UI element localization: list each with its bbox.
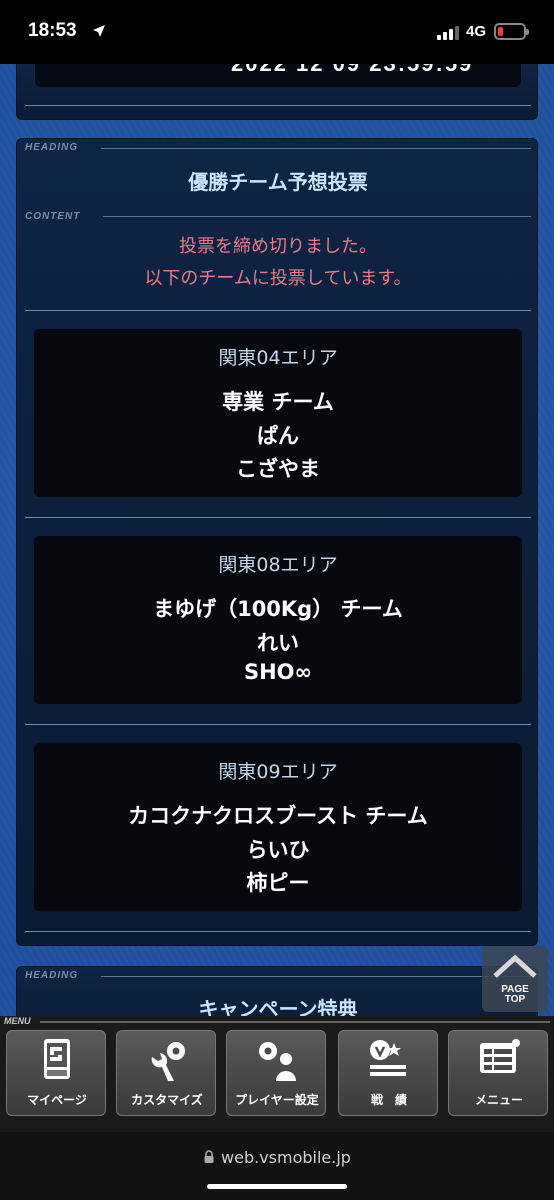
page-top-label: PAGE TOP bbox=[501, 984, 529, 1005]
menu-tag: MENU bbox=[4, 1016, 31, 1026]
card-area: 関東04エリア bbox=[218, 347, 338, 369]
bottom-menu: MENU マイページ カスタマイズ プレイヤー設定 戦 績 メニュー bbox=[0, 1016, 554, 1132]
location-arrow-icon bbox=[93, 25, 105, 37]
heading-tag: HEADING bbox=[25, 970, 79, 981]
card-team: 専業 チーム bbox=[222, 390, 334, 414]
menu-label: メニュー bbox=[474, 1093, 523, 1107]
vote-card: 関東04エリア 専業 チーム ぱん こざやま bbox=[34, 329, 522, 497]
menu-label: プレイヤー設定 bbox=[235, 1093, 319, 1107]
lock-icon bbox=[204, 1150, 214, 1163]
card-team: まゆげ（100Kg） チーム bbox=[153, 597, 403, 621]
vote-card: 関東09エリア カコクナクロスブースト チーム らいひ 柿ピー bbox=[34, 743, 522, 911]
menu-label: マイページ bbox=[27, 1093, 87, 1107]
player-settings-icon bbox=[259, 1042, 296, 1081]
card-member: れい bbox=[257, 631, 299, 655]
section-title: 優勝チーム予想投票 bbox=[188, 170, 368, 194]
card-team: カコクナクロスブースト チーム bbox=[128, 804, 428, 828]
heading-tag-line bbox=[101, 148, 531, 149]
url-text: web.vsmobile.jp bbox=[0, 1148, 554, 1167]
mypage-icon bbox=[44, 1039, 70, 1079]
home-indicator bbox=[207, 1184, 347, 1189]
vote-panel: HEADING 優勝チーム予想投票 CONTENT 投票を締め切りました。 以下… bbox=[16, 138, 538, 946]
divider bbox=[25, 517, 531, 518]
record-icon bbox=[370, 1040, 406, 1076]
card-area: 関東09エリア bbox=[218, 761, 338, 783]
menu-rail bbox=[40, 1021, 550, 1023]
card-member: 柿ピー bbox=[246, 871, 310, 895]
menu-label: カスタマイズ bbox=[131, 1093, 203, 1107]
divider bbox=[25, 310, 531, 311]
vote-card: 関東08エリア まゆげ（100Kg） チーム れい SHO∞ bbox=[34, 536, 522, 704]
heading-tag: HEADING bbox=[25, 142, 79, 153]
notice-line-1: 投票を締め切りました。 bbox=[179, 236, 377, 257]
status-time: 18:53 bbox=[28, 20, 77, 41]
divider bbox=[25, 105, 531, 106]
menu-item-menu[interactable]: メニュー bbox=[448, 1030, 548, 1116]
network-label: 4G bbox=[466, 23, 487, 40]
divider bbox=[25, 724, 531, 725]
menu-item-player-settings[interactable]: プレイヤー設定 bbox=[226, 1030, 326, 1116]
signal-icon bbox=[437, 26, 459, 40]
customize-icon bbox=[151, 1042, 185, 1081]
card-member: SHO∞ bbox=[243, 660, 313, 684]
menu-label: 戦 績 bbox=[370, 1093, 407, 1107]
card-area: 関東08エリア bbox=[218, 554, 338, 576]
content-tag-line bbox=[103, 216, 531, 217]
battery-icon bbox=[494, 23, 529, 40]
content-tag: CONTENT bbox=[25, 211, 81, 222]
card-member: らいひ bbox=[246, 838, 310, 862]
divider bbox=[25, 931, 531, 932]
status-bar: 18:53 4G bbox=[0, 0, 554, 64]
browser-url-bar[interactable]: web.vsmobile.jp bbox=[0, 1132, 554, 1200]
menu-item-mypage[interactable]: マイページ bbox=[6, 1030, 106, 1116]
card-member: こざやま bbox=[236, 457, 320, 481]
notice-line-2: 以下のチームに投票しています。 bbox=[144, 268, 412, 289]
deadline-panel: 2022 12 09 23:59:59 bbox=[16, 51, 538, 120]
menu-item-customize[interactable]: カスタマイズ bbox=[116, 1030, 216, 1116]
menu-grid-icon bbox=[480, 1039, 520, 1073]
card-member: ぱん bbox=[257, 424, 299, 448]
menu-item-record[interactable]: 戦 績 bbox=[338, 1030, 438, 1116]
chevron-up-icon bbox=[493, 954, 537, 978]
page-top-button[interactable]: PAGE TOP bbox=[482, 946, 548, 1012]
heading-tag-line bbox=[101, 976, 531, 977]
